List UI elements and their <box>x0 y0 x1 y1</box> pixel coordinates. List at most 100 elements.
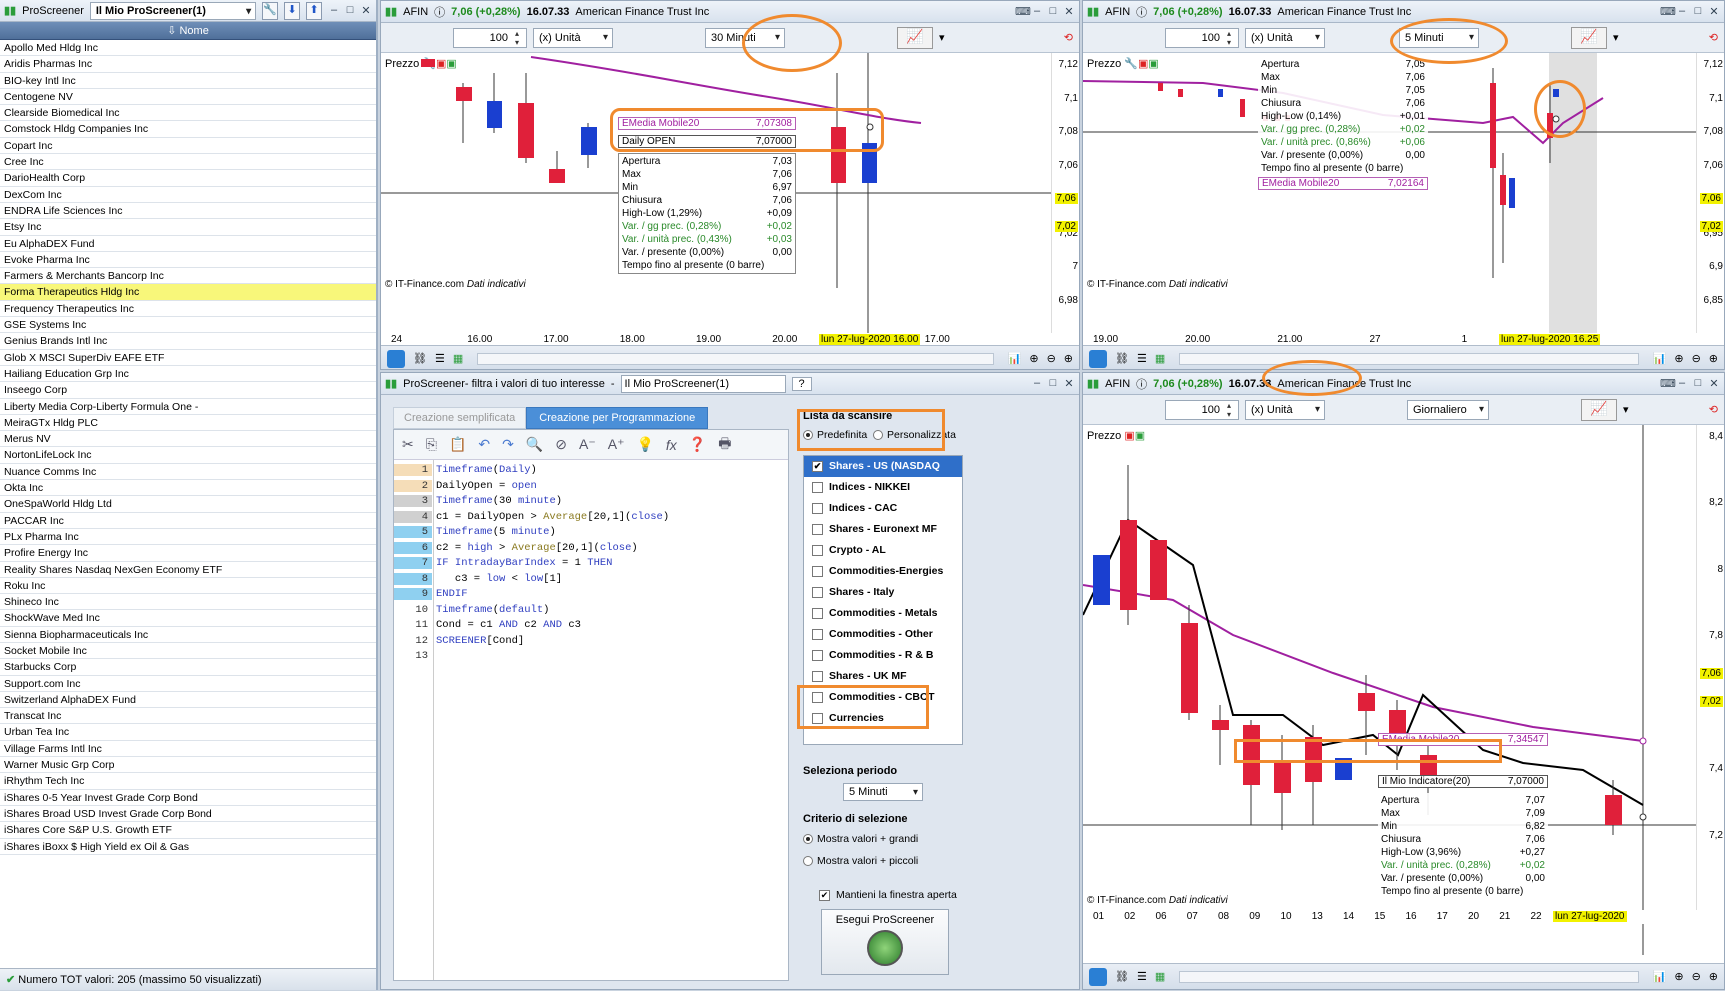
redo-icon[interactable]: ↷ <box>502 436 514 453</box>
list-item[interactable]: BIO-key Intl Inc <box>0 73 376 89</box>
chevron-down-icon[interactable]: ▾ <box>1623 403 1629 416</box>
list-item[interactable]: Liberty Media Corp-Liberty Formula One - <box>0 399 376 415</box>
scan-list-item[interactable]: Indices - CAC <box>804 498 962 519</box>
list-item[interactable]: Etsy Inc <box>0 219 376 236</box>
scan-list-item[interactable]: Commodities - Other <box>804 624 962 645</box>
list-item[interactable]: Nuance Comms Inc <box>0 464 376 481</box>
zoom-fit-icon[interactable]: ⊕ <box>1674 970 1683 983</box>
list-icon[interactable]: ☰ <box>435 352 445 365</box>
list-item[interactable]: Genius Brands Intl Inc <box>0 333 376 350</box>
chart2-plot[interactable]: Prezzo 🔧▣▣ Apertura 7,05 Max 7,06 Min 7,05 Chi… <box>1083 53 1724 347</box>
list-item[interactable]: Warner Music Grp Corp <box>0 757 376 774</box>
list-item[interactable]: NortonLifeLock Inc <box>0 447 376 464</box>
checkbox[interactable]: ✔ <box>812 460 823 472</box>
list-item[interactable]: Village Farms Intl Inc <box>0 741 376 758</box>
wrench-icon[interactable]: 🔧 <box>262 1 279 20</box>
chart1-scrollbar[interactable] <box>477 352 994 365</box>
cut-icon[interactable]: ✂ <box>402 436 414 453</box>
tool-icon[interactable]: ⛓ <box>1115 970 1129 983</box>
close-icon[interactable]: ✕ <box>1708 377 1720 390</box>
upload-icon[interactable]: ⬆ <box>306 1 323 20</box>
checkbox[interactable] <box>812 649 823 661</box>
code-line[interactable]: c2 = high > Average[20,1](close) <box>436 542 638 554</box>
list-item[interactable]: Starbucks Corp <box>0 659 376 676</box>
scan-list-item[interactable]: Crypto - AL <box>804 540 962 561</box>
minimize-icon[interactable]: – <box>1676 377 1688 390</box>
unit-select[interactable]: (x) Unità <box>1245 27 1325 48</box>
list-item[interactable]: Glob X MSCI SuperDiv EAFE ETF <box>0 350 376 366</box>
list-item[interactable]: OneSpaWorld Hldg Ltd <box>0 496 376 513</box>
chart-type-icon[interactable]: 📈 <box>1571 26 1607 49</box>
radio-show-bigger[interactable] <box>803 834 813 845</box>
zoom-out-icon[interactable]: ⊖ <box>1692 352 1701 365</box>
chart3-plot[interactable]: Prezzo ▣▣ EMedia Mobile20 7,34547 Il Mio… <box>1083 425 1724 965</box>
chevron-down-icon[interactable]: ▾ <box>939 31 945 44</box>
list-item[interactable]: Support.com Inc <box>0 676 376 692</box>
side-panel-icon[interactable]: ⟲ <box>1709 31 1718 44</box>
download-icon[interactable]: ⬇ <box>284 1 301 20</box>
zoom-out-icon[interactable]: ⊖ <box>1692 970 1701 983</box>
list-item[interactable]: Farmers & Merchants Bancorp Inc <box>0 268 376 285</box>
list-item[interactable]: Cree Inc <box>0 154 376 171</box>
timeframe-select[interactable]: Giornaliero <box>1407 399 1489 420</box>
list-item[interactable]: Comstock Hldg Companies Inc <box>0 121 376 138</box>
period-select[interactable]: 5 Minuti <box>843 783 923 801</box>
side-panel-icon[interactable]: ⟲ <box>1064 31 1073 44</box>
maximize-icon[interactable]: □ <box>1692 5 1704 18</box>
list-item[interactable]: Eu AlphaDEX Fund <box>0 236 376 252</box>
list-item[interactable]: Sienna Biopharmaceuticals Inc <box>0 627 376 643</box>
lightbulb-icon[interactable]: 💡 <box>636 436 653 453</box>
info-icon[interactable]: ⓘ <box>1136 376 1147 392</box>
list-item[interactable]: Transcat Inc <box>0 708 376 725</box>
paste-icon[interactable]: 📋 <box>449 436 466 453</box>
list-icon[interactable]: ☰ <box>1137 970 1147 983</box>
list-item[interactable]: Aridis Pharmas Inc <box>0 56 376 73</box>
list-item[interactable]: Switzerland AlphaDEX Fund <box>0 692 376 709</box>
scan-list-item[interactable]: Shares - Euronext MF <box>804 519 962 540</box>
close-icon[interactable]: ✕ <box>1708 5 1720 18</box>
code-line[interactable]: Timeframe(5 minute) <box>436 526 556 538</box>
list-item[interactable]: PLx Pharma Inc <box>0 529 376 546</box>
grid-icon[interactable]: ▦ <box>1155 970 1165 983</box>
list-item[interactable]: Copart Inc <box>0 138 376 155</box>
maximize-icon[interactable]: □ <box>1047 377 1059 390</box>
unit-select[interactable]: (x) Unità <box>533 27 613 48</box>
scan-list-item[interactable]: Shares - Italy <box>804 582 962 603</box>
chart2-scrollbar[interactable] <box>1179 352 1639 365</box>
code-line[interactable]: IF IntradayBarIndex = 1 THEN <box>436 557 612 569</box>
help-icon[interactable]: ❓ <box>689 436 706 453</box>
chart1-plot[interactable]: Prezzo 🔧▣▣ EMedia Mobile207,07308 Daily … <box>381 53 1079 347</box>
scan-list-item[interactable]: Commodities-Energies <box>804 561 962 582</box>
scan-list-item[interactable]: Indices - NIKKEI <box>804 477 962 498</box>
scan-list-item[interactable]: Commodities - Metals <box>804 603 962 624</box>
list-item[interactable]: iShares iBoxx $ High Yield ex Oil & Gas <box>0 839 376 855</box>
share-icon[interactable] <box>387 349 405 368</box>
list-item[interactable]: Okta Inc <box>0 480 376 497</box>
code-line[interactable]: Timeframe(Daily) <box>436 464 537 476</box>
search-icon[interactable]: 🔍 <box>526 436 543 453</box>
screener-combo[interactable]: Il Mio ProScreener(1) <box>89 1 257 20</box>
chart-type-icon[interactable]: 📈 <box>897 26 933 49</box>
scan-list-item[interactable]: ✔ Shares - US (NASDAQ <box>804 456 962 477</box>
minimize-icon[interactable]: – <box>1676 5 1688 18</box>
chart3-yaxis[interactable]: 8,48,287,87,67,47,27,067,02 <box>1696 425 1724 910</box>
list-item[interactable]: DexCom Inc <box>0 187 376 203</box>
zoom-out-icon[interactable]: ⊖ <box>1047 352 1056 365</box>
scan-list-item[interactable]: Commodities - R & B <box>804 645 962 666</box>
keep-open-checkbox[interactable]: ✔ <box>819 889 830 901</box>
copy-icon[interactable]: ⎘ <box>426 436 437 453</box>
list-item[interactable]: Urban Tea Inc <box>0 724 376 741</box>
ticker[interactable]: AFIN <box>403 6 428 18</box>
code-line[interactable]: Timeframe(30 minute) <box>436 495 562 507</box>
code-line[interactable]: Timeframe(default) <box>436 604 549 616</box>
code-line[interactable]: c3 = low < low[1] <box>436 573 562 585</box>
qty-stepper[interactable]: 100 <box>1165 27 1239 48</box>
checkbox[interactable] <box>812 670 823 682</box>
list-item[interactable]: Centogene NV <box>0 89 376 106</box>
list-item[interactable]: Apollo Med Hldg Inc <box>0 40 376 57</box>
run-screener-button[interactable]: Esegui ProScreener <box>821 909 949 975</box>
close-icon[interactable]: ✕ <box>360 4 372 17</box>
ticker[interactable]: AFIN <box>1105 378 1130 390</box>
list-item[interactable]: iRhythm Tech Inc <box>0 773 376 790</box>
tab-simplified[interactable]: Creazione semplificata <box>393 407 527 429</box>
